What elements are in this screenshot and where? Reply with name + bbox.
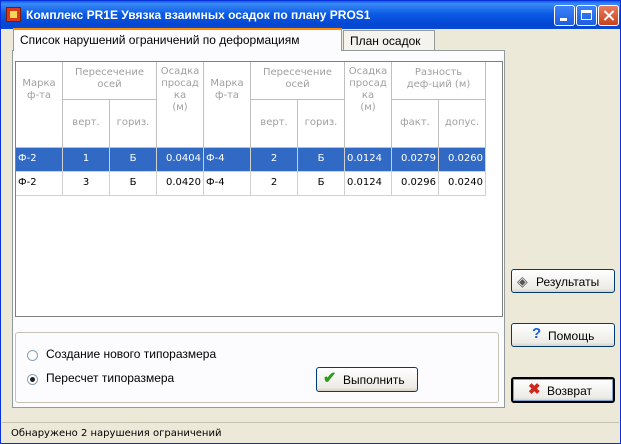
header-horiz-2[interactable]: гориз. (298, 100, 345, 148)
table-cell[interactable]: 0.0124 (345, 172, 392, 196)
options-groupbox: Создание нового типоразмера Пересчет тип… (15, 332, 499, 403)
results-button[interactable]: ◈ Результаты (511, 269, 615, 293)
violations-grid[interactable]: Марка ф-та Пересечение осей верт. гориз.… (15, 61, 503, 317)
status-text: Обнаружено 2 нарушения ограничений (11, 428, 222, 439)
table-cell[interactable]: 2 (251, 148, 298, 172)
maximize-button[interactable] (576, 5, 597, 26)
table-cell[interactable]: 0.0279 (392, 148, 439, 172)
header-vert-2[interactable]: верт. (251, 100, 298, 148)
table-cell[interactable]: Б (298, 148, 345, 172)
question-icon: ? (532, 325, 542, 342)
recalculate-radio[interactable] (27, 374, 38, 385)
create-new-label[interactable]: Создание нового типоразмера (46, 347, 216, 361)
header-allowed[interactable]: допус. (439, 100, 486, 148)
header-difference[interactable]: Разность деф-ций (м) (392, 62, 486, 100)
table-cell[interactable]: Ф-2 (16, 148, 63, 172)
header-horiz-1[interactable]: гориз. (110, 100, 157, 148)
table-cell[interactable]: 1 (63, 148, 110, 172)
table-cell[interactable]: 0.0404 (157, 148, 204, 172)
diamond-icon: ◈ (517, 273, 528, 289)
header-actual[interactable]: факт. (392, 100, 439, 148)
tab-violations-list[interactable]: Список нарушений ограничений по деформац… (13, 28, 342, 51)
header-settlement-1[interactable]: Осадка просад ка (м) (157, 62, 204, 148)
tab-settlement-plan[interactable]: План осадок (343, 30, 435, 50)
checkmark-icon: ✔ (323, 370, 337, 387)
app-icon[interactable] (6, 7, 21, 22)
table-cell[interactable]: Б (110, 172, 157, 196)
table-cell[interactable]: 0.0240 (439, 172, 486, 196)
help-button[interactable]: ? Помощь (511, 323, 615, 347)
header-settlement-2[interactable]: Осадка просад ка (м) (345, 62, 392, 148)
table-cell[interactable]: 0.0260 (439, 148, 486, 172)
header-cross-2[interactable]: Пересечение осей (251, 62, 345, 100)
minimize-button[interactable] (554, 5, 575, 26)
table-cell[interactable]: 2 (251, 172, 298, 196)
table-cell[interactable]: Б (110, 148, 157, 172)
execute-button[interactable]: ✔ Выполнить (316, 367, 418, 392)
table-cell[interactable]: Ф-4 (204, 148, 251, 172)
window-title: Комплекс PR1E Увязка взаимных осадок по … (26, 8, 371, 22)
table-cell[interactable]: 0.0296 (392, 172, 439, 196)
x-icon: ✖ (528, 381, 541, 398)
create-new-radio[interactable] (27, 350, 38, 361)
table-cell[interactable]: Ф-2 (16, 172, 63, 196)
back-button[interactable]: ✖ Возврат (511, 377, 615, 403)
main-window: Комплекс PR1E Увязка взаимных осадок по … (0, 0, 621, 444)
header-vert-1[interactable]: верт. (63, 100, 110, 148)
table-cell[interactable]: 0.0124 (345, 148, 392, 172)
recalculate-label[interactable]: Пересчет типоразмера (46, 371, 174, 385)
table-cell[interactable]: 3 (63, 172, 110, 196)
title-bar[interactable]: Комплекс PR1E Увязка взаимных осадок по … (1, 1, 620, 29)
table-cell[interactable]: 0.0420 (157, 172, 204, 196)
table-cell[interactable]: Б (298, 172, 345, 196)
close-button[interactable] (598, 5, 619, 26)
header-cross-1[interactable]: Пересечение осей (63, 62, 157, 100)
header-mark-2[interactable]: Марка ф-та (204, 62, 251, 148)
status-bar: Обнаружено 2 нарушения ограничений (2, 422, 619, 443)
header-mark-1[interactable]: Марка ф-та (16, 62, 63, 148)
table-cell[interactable]: Ф-4 (204, 172, 251, 196)
